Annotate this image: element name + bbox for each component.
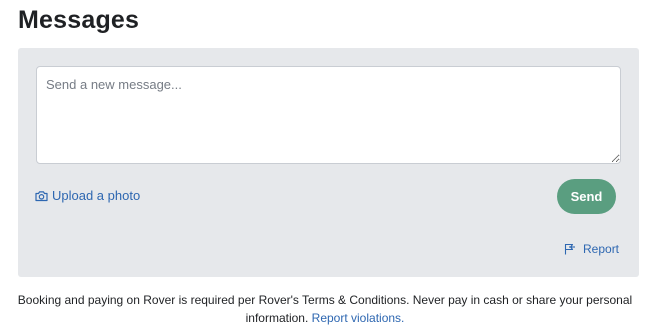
camera-icon [35,190,48,202]
message-input[interactable] [36,66,621,164]
report-violations-link[interactable]: Report violations. [312,311,405,325]
page-title: Messages [18,6,140,34]
footer-notice: Booking and paying on Rover is required … [10,291,640,327]
send-button[interactable]: Send [557,179,616,214]
report-link[interactable]: Report [564,242,619,256]
report-label: Report [583,242,620,256]
message-composer: Upload a photo Send Report [18,48,639,277]
upload-photo-link[interactable]: Upload a photo [35,188,140,203]
flag-icon [564,243,577,255]
upload-photo-label: Upload a photo [52,188,141,203]
